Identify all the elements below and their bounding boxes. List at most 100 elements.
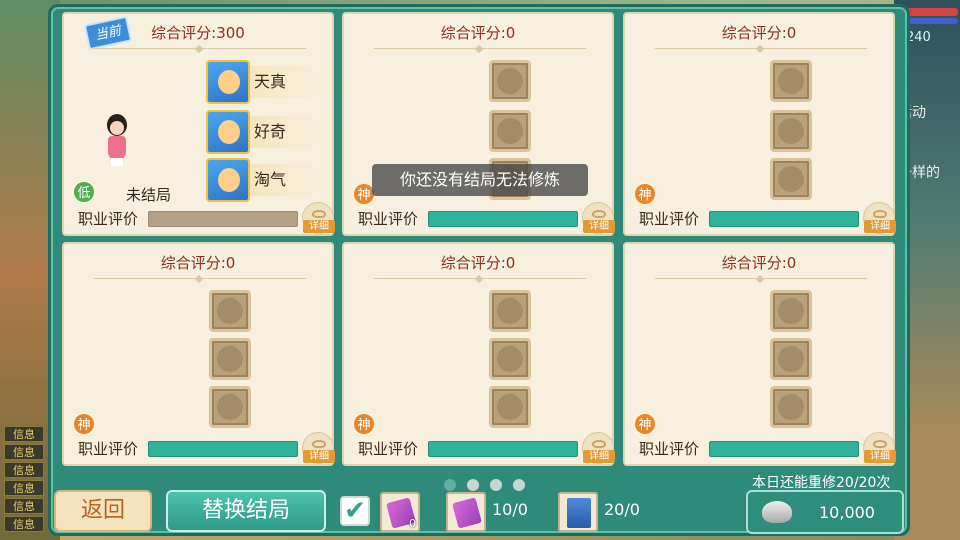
trait-icon (206, 110, 250, 154)
eval-label: 职业评价 (78, 440, 139, 458)
eval-bar (709, 441, 859, 457)
side-message: 信息 (4, 516, 44, 532)
detail-label: 详细 (583, 450, 615, 463)
scroll-item-slot[interactable]: 0 (380, 492, 420, 532)
eye-icon (312, 440, 326, 448)
side-message-list: 信息 信息 信息 信息 信息 信息 (4, 426, 44, 534)
side-message: 信息 (4, 498, 44, 514)
detail-button[interactable]: 详细 (302, 202, 335, 234)
silver-cost-button[interactable]: 10,000 (746, 490, 904, 534)
empty-slot (770, 290, 812, 332)
detail-label: 详细 (864, 220, 896, 233)
eval-label: 职业评价 (358, 210, 419, 228)
character-avatar (102, 114, 132, 166)
ending-card[interactable]: 综合评分:0 神 职业评价 详细 (623, 12, 896, 236)
card-score: 综合评分:0 (440, 24, 516, 42)
hp-bar (904, 8, 958, 16)
replace-ending-button[interactable]: 替换结局 (166, 490, 326, 532)
empty-slot (489, 110, 531, 152)
empty-slot (770, 158, 812, 200)
silver-amount: 10,000 (819, 503, 875, 522)
side-message: 信息 (4, 444, 44, 460)
divider (374, 276, 586, 282)
trait-icon (206, 60, 250, 104)
eye-icon (592, 440, 606, 448)
book-item-slot[interactable] (558, 492, 598, 532)
ending-card-current[interactable]: 当前 综合评分:300 天真 好奇 淘气 低 未结局 职业评价 详细 (62, 12, 335, 236)
detail-button[interactable]: 详细 (582, 202, 615, 234)
divider (94, 276, 306, 282)
eval-label: 职业评价 (358, 440, 419, 458)
trait-item[interactable]: 天真 (206, 60, 328, 104)
empty-slot (770, 386, 812, 428)
divider (655, 276, 867, 282)
empty-slot (489, 60, 531, 102)
auto-use-checkbox[interactable]: ✔ (340, 496, 370, 526)
mp-bar (904, 18, 958, 24)
eye-icon (873, 440, 887, 448)
ending-card[interactable]: 综合评分:0 神 职业评价 详细 (62, 242, 335, 466)
toast-message: 你还没有结局无法修炼 (372, 164, 588, 196)
eval-label: 职业评价 (78, 210, 139, 228)
eval-bar (709, 211, 859, 227)
page-dot[interactable] (513, 479, 526, 491)
side-message: 信息 (4, 462, 44, 478)
eye-icon (873, 210, 887, 218)
book-icon (567, 498, 591, 528)
trait-label: 淘气 (250, 164, 326, 196)
empty-slot (489, 386, 531, 428)
grade-badge: 神 (72, 412, 96, 436)
grade-badge: 低 (72, 180, 96, 204)
page-dot[interactable] (490, 479, 503, 491)
grade-badge: 神 (352, 412, 376, 436)
scroll-count: 10/0 (492, 500, 528, 519)
silver-ingot-icon (762, 501, 792, 523)
detail-label: 详细 (864, 450, 896, 463)
grade-badge: 神 (633, 182, 657, 206)
divider (94, 46, 306, 52)
trait-label: 天真 (250, 66, 326, 98)
item-count: 0 (409, 517, 416, 530)
trait-item[interactable]: 好奇 (206, 110, 328, 154)
side-message: 信息 (4, 480, 44, 496)
grade-badge: 神 (633, 412, 657, 436)
eye-icon (312, 210, 326, 218)
empty-slot (209, 290, 251, 332)
trait-label: 好奇 (250, 116, 326, 148)
detail-label: 详细 (303, 220, 335, 233)
side-message: 信息 (4, 426, 44, 442)
detail-button[interactable]: 详细 (863, 202, 896, 234)
detail-label: 详细 (583, 220, 615, 233)
card-score: 综合评分:0 (721, 254, 797, 272)
empty-slot (770, 338, 812, 380)
back-button[interactable]: 返回 (54, 490, 152, 532)
remaining-rerolls: 本日还能重修20/20次 (752, 475, 891, 491)
ending-card[interactable]: 综合评分:0 神 职业评价 详细 (342, 12, 615, 236)
detail-label: 详细 (303, 450, 335, 463)
divider (655, 46, 867, 52)
empty-slot (209, 338, 251, 380)
eval-bar (148, 441, 298, 457)
book-count: 20/0 (604, 500, 640, 519)
empty-slot (489, 290, 531, 332)
detail-button[interactable]: 详细 (863, 432, 896, 464)
trait-icon (206, 158, 250, 202)
empty-slot (770, 60, 812, 102)
ending-card[interactable]: 综合评分:0 神 职业评价 详细 (342, 242, 615, 466)
scroll-item-slot[interactable] (446, 492, 486, 532)
page-dot[interactable] (467, 479, 480, 491)
eye-icon (592, 210, 606, 218)
detail-button[interactable]: 详细 (582, 432, 615, 464)
eval-label: 职业评价 (639, 440, 700, 458)
ending-status: 未结局 (126, 186, 172, 204)
eval-bar (428, 211, 578, 227)
card-score: 综合评分:0 (721, 24, 797, 42)
scroll-icon (452, 497, 482, 529)
eval-label: 职业评价 (639, 210, 700, 228)
card-score: 综合评分:300 (151, 24, 245, 42)
detail-button[interactable]: 详细 (302, 432, 335, 464)
page-dot[interactable] (444, 479, 456, 491)
empty-slot (209, 386, 251, 428)
trait-item[interactable]: 淘气 (206, 158, 328, 202)
ending-card[interactable]: 综合评分:0 神 职业评价 详细 (623, 242, 896, 466)
